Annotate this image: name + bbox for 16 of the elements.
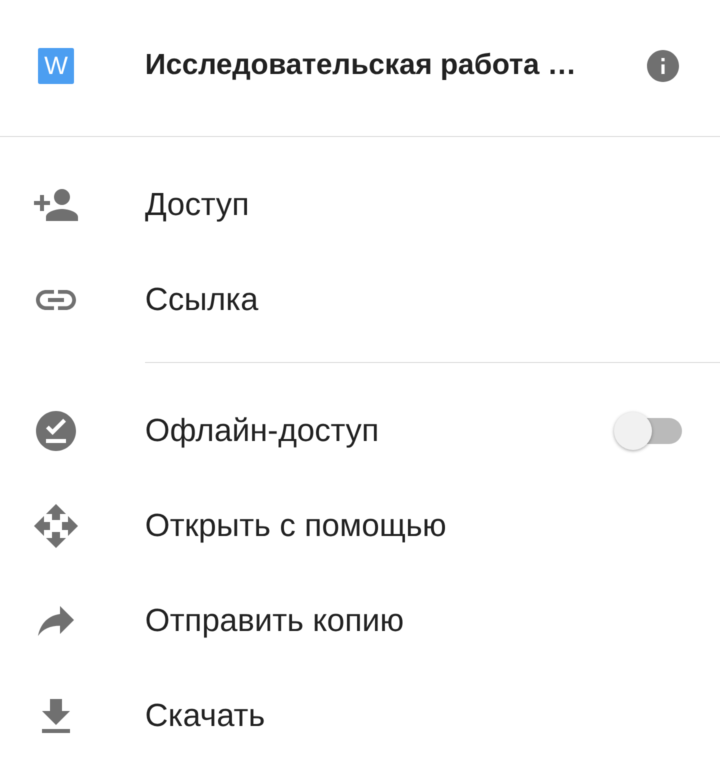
toggle-switch[interactable] [614, 412, 682, 450]
person-add-icon [34, 188, 78, 220]
info-icon[interactable] [647, 50, 679, 82]
download-icon [42, 698, 70, 732]
menu-item[interactable]: Доступ [0, 157, 720, 252]
menu-item[interactable]: Скачать [0, 668, 720, 763]
menu-item[interactable]: Ссылка [0, 252, 720, 347]
file-type-badge: W [38, 48, 74, 84]
forward-arrow-icon [38, 606, 74, 636]
menu-item-label: Офлайн-доступ [145, 412, 380, 449]
menu-item[interactable]: Открыть с помощью [0, 478, 720, 573]
link-icon [36, 290, 76, 310]
menu-item[interactable]: Отправить копию [0, 573, 720, 668]
offline-pin-icon [36, 410, 76, 450]
file-title: Исследовательская работа … [145, 49, 578, 82]
four-arrows-icon [34, 504, 78, 548]
